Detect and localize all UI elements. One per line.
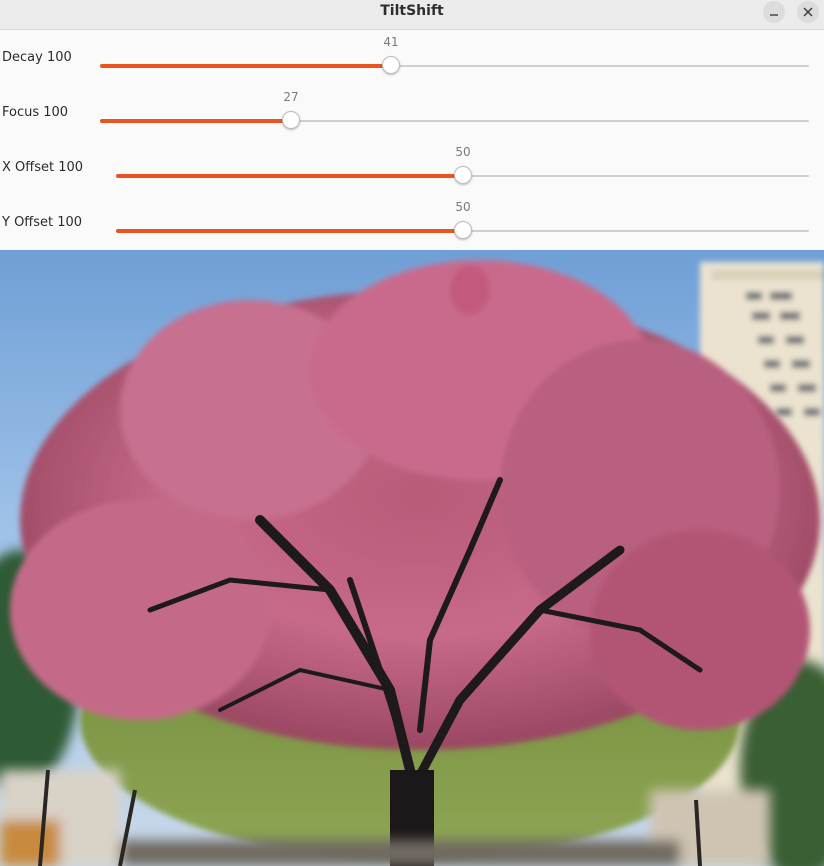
focus-slider[interactable]: 27 [100, 90, 809, 129]
focus-slider-handle[interactable] [282, 111, 300, 129]
focus-value: 27 [283, 90, 299, 104]
x-offset-slider-fill [116, 174, 463, 178]
x-offset-row: X Offset 100 50 [0, 140, 824, 195]
y-offset-slider-handle[interactable] [454, 221, 472, 239]
app-window: TiltShift Decay 100 41 Focus 100 27 X Of… [0, 0, 824, 866]
y-offset-label: Y Offset 100 [2, 215, 83, 230]
y-offset-slider-fill [116, 229, 463, 233]
x-offset-value: 50 [455, 145, 471, 159]
focus-row: Focus 100 27 [0, 85, 824, 140]
decay-label: Decay 100 [2, 50, 72, 65]
y-offset-row: Y Offset 100 50 [0, 195, 824, 250]
y-offset-value: 50 [455, 200, 471, 214]
minimize-button[interactable] [763, 1, 785, 23]
tilt-shift-photo [0, 250, 824, 866]
x-offset-label: X Offset 100 [2, 160, 84, 175]
minimize-icon [770, 14, 778, 16]
window-title: TiltShift [380, 3, 444, 19]
focus-slider-fill [100, 119, 291, 123]
decay-slider-fill [100, 64, 391, 68]
tree-photo-illustration [0, 260, 824, 866]
slider-panel: Decay 100 41 Focus 100 27 X Offset 100 5… [0, 30, 824, 250]
x-offset-slider-handle[interactable] [454, 166, 472, 184]
focus-label: Focus 100 [2, 105, 69, 120]
x-offset-slider[interactable]: 50 [116, 145, 809, 184]
decay-row: Decay 100 41 [0, 30, 824, 85]
close-icon [803, 7, 813, 17]
close-button[interactable] [797, 1, 819, 23]
decay-slider-handle[interactable] [382, 56, 400, 74]
y-offset-slider[interactable]: 50 [116, 200, 809, 239]
decay-value: 41 [383, 35, 399, 49]
decay-slider[interactable]: 41 [100, 35, 809, 74]
title-bar[interactable]: TiltShift [0, 0, 824, 30]
